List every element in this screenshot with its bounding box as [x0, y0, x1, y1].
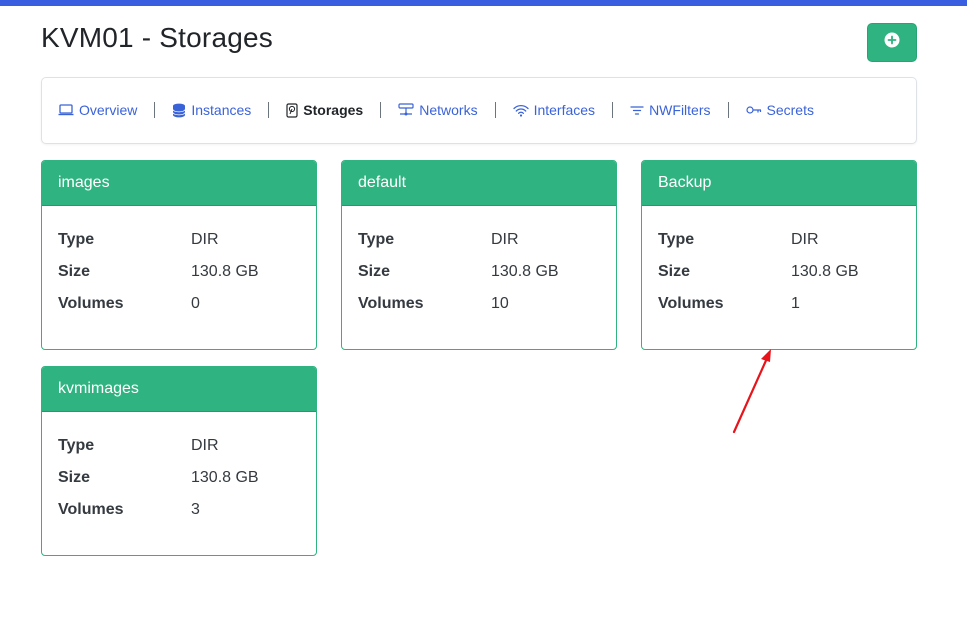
- nav-instances[interactable]: Instances: [172, 102, 251, 118]
- size-label: Size: [58, 469, 91, 486]
- nav-storages[interactable]: Storages: [286, 102, 363, 118]
- size-value: 130.8 GB: [191, 263, 259, 280]
- nav-divider: [494, 102, 496, 118]
- storage-card-default[interactable]: default Type DIR Size 130.8 GB Volumes 1…: [341, 160, 617, 350]
- volumes-value: 3: [191, 501, 200, 518]
- type-label: Type: [58, 437, 95, 454]
- storage-type-row: Type DIR: [58, 430, 300, 462]
- type-value: DIR: [791, 231, 819, 248]
- storage-card-kvmimages[interactable]: kvmimages Type DIR Size 130.8 GB Volumes…: [41, 366, 317, 556]
- plus-circle-icon: [884, 32, 900, 53]
- type-value: DIR: [191, 437, 219, 454]
- size-value: 130.8 GB: [491, 263, 559, 280]
- size-label: Size: [358, 263, 391, 280]
- size-label: Size: [58, 263, 91, 280]
- type-label: Type: [658, 231, 695, 248]
- storage-card-images[interactable]: images Type DIR Size 130.8 GB Volumes 0: [41, 160, 317, 350]
- volumes-label: Volumes: [58, 295, 124, 312]
- nav-overview[interactable]: Overview: [58, 102, 137, 118]
- nav-secrets-label: Secrets: [766, 102, 814, 118]
- storage-card-backup[interactable]: Backup Type DIR Size 130.8 GB Volumes 1: [641, 160, 917, 350]
- volumes-value: 10: [491, 295, 509, 312]
- nav-divider: [727, 102, 729, 118]
- storage-type-row: Type DIR: [58, 224, 300, 256]
- database-icon: [172, 103, 186, 117]
- nav-divider: [612, 102, 614, 118]
- volumes-value: 1: [791, 295, 800, 312]
- laptop-icon: [58, 104, 74, 116]
- nav-divider: [380, 102, 382, 118]
- nav-interfaces-label: Interfaces: [533, 102, 596, 118]
- volumes-value: 0: [191, 295, 200, 312]
- storage-volumes-row: Volumes 10: [358, 288, 600, 320]
- storage-size-row: Size 130.8 GB: [58, 256, 300, 288]
- size-label: Size: [658, 263, 691, 280]
- nav-secrets[interactable]: Secrets: [745, 102, 814, 118]
- storage-size-row: Size 130.8 GB: [58, 462, 300, 494]
- type-value: DIR: [491, 231, 519, 248]
- wifi-icon: [512, 104, 529, 117]
- hdd-icon: [286, 102, 298, 118]
- annotation-arrow-icon: [732, 349, 771, 434]
- storage-volumes-row: Volumes 3: [58, 494, 300, 526]
- storage-card-title[interactable]: kvmimages: [42, 367, 316, 412]
- nav-overview-label: Overview: [79, 102, 138, 118]
- nav-divider: [154, 102, 156, 118]
- storage-volumes-row: Volumes 1: [658, 288, 900, 320]
- nav-storages-label: Storages: [303, 102, 364, 118]
- storage-volumes-row: Volumes 0: [58, 288, 300, 320]
- top-accent-bar: [0, 0, 967, 6]
- type-label: Type: [358, 231, 395, 248]
- volumes-label: Volumes: [358, 295, 424, 312]
- storage-type-row: Type DIR: [358, 224, 600, 256]
- nav-networks-label: Networks: [419, 102, 478, 118]
- nav-nwfilters[interactable]: NWFilters: [630, 102, 711, 118]
- filter-icon: [630, 106, 644, 115]
- add-storage-button[interactable]: [867, 23, 917, 62]
- storage-card-title[interactable]: default: [342, 161, 616, 206]
- storage-type-row: Type DIR: [658, 224, 900, 256]
- nav-instances-label: Instances: [191, 102, 252, 118]
- storage-size-row: Size 130.8 GB: [358, 256, 600, 288]
- size-value: 130.8 GB: [791, 263, 859, 280]
- volumes-label: Volumes: [58, 501, 124, 518]
- storage-card-title[interactable]: images: [42, 161, 316, 206]
- size-value: 130.8 GB: [191, 469, 259, 486]
- type-value: DIR: [191, 231, 219, 248]
- nav-interfaces[interactable]: Interfaces: [512, 102, 596, 118]
- nav-divider: [268, 102, 270, 118]
- storage-size-row: Size 130.8 GB: [658, 256, 900, 288]
- nav-networks[interactable]: Networks: [398, 102, 478, 118]
- nav-nwfilters-label: NWFilters: [649, 102, 711, 118]
- host-navigation: Overview Instances Storages Networks Int…: [41, 77, 917, 144]
- storage-card-title[interactable]: Backup: [642, 161, 916, 206]
- key-icon: [745, 106, 761, 114]
- network-icon: [398, 103, 414, 116]
- type-label: Type: [58, 231, 95, 248]
- page-title: KVM01 - Storages: [41, 22, 273, 53]
- volumes-label: Volumes: [658, 295, 724, 312]
